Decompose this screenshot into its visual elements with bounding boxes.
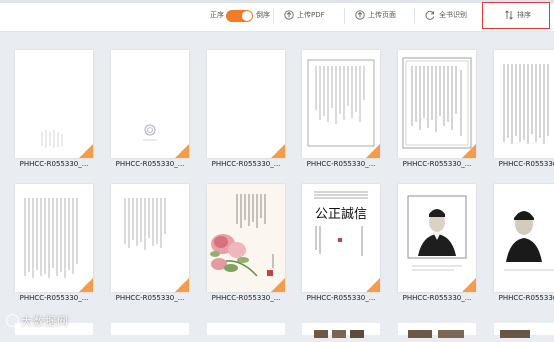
order-toggle[interactable] — [226, 10, 253, 22]
toolbar-top-border — [0, 0, 554, 3]
watermark-text: 大数据网 — [21, 315, 69, 328]
page-thumbnail-grid: PHHCC-R055330_... PHHCC-R055330_... PHHC… — [0, 32, 554, 338]
page-corner-marker — [175, 144, 189, 158]
toolbar-divider — [414, 8, 415, 24]
page-corner-marker — [79, 278, 93, 292]
toolbar: 正序 倒序 上传PDF 上传页面 全书识别 排序 — [0, 0, 554, 32]
page-thumbnail[interactable] — [207, 184, 285, 292]
page-thumbnail-partial[interactable] — [207, 323, 285, 335]
page-caption: PHHCC-R055330_... — [19, 294, 89, 302]
page-thumbnail[interactable] — [111, 184, 189, 292]
upload-pdf-button[interactable]: 上传PDF — [297, 10, 325, 20]
watermark: 大数据网 — [6, 313, 69, 329]
toggle-knob — [242, 11, 252, 21]
page-thumbnail[interactable] — [398, 50, 476, 158]
page-corner-marker — [366, 278, 380, 292]
page-corner-marker — [79, 144, 93, 158]
sort-icon[interactable] — [504, 9, 514, 21]
page-thumbnail[interactable] — [15, 184, 93, 292]
page-caption: PHHCC-R055330_... — [211, 160, 281, 168]
page-corner-marker — [366, 144, 380, 158]
toolbar-divider — [273, 8, 274, 24]
page-caption: PHHCC-R055330_... — [115, 294, 185, 302]
page-thumbnail[interactable]: 公正誠信 — [302, 184, 380, 292]
page-caption: PHHCC-R055330_... — [19, 160, 89, 168]
upload-icon[interactable] — [284, 9, 294, 21]
page-caption: PHHCC-R055330_... — [115, 160, 185, 168]
ocr-all-button[interactable]: 全书识别 — [439, 10, 467, 20]
page-corner-marker — [462, 278, 476, 292]
upload-page-button[interactable]: 上传页面 — [368, 10, 396, 20]
page-caption: PHHCC-R055330_... — [306, 294, 376, 302]
toolbar-divider — [344, 8, 345, 24]
page-thumbnail-partial[interactable] — [302, 323, 380, 338]
order-desc-label[interactable]: 倒序 — [256, 10, 270, 20]
page-corner-marker — [175, 278, 189, 292]
order-asc-label[interactable]: 正序 — [210, 10, 224, 20]
page-thumbnail-partial[interactable] — [494, 323, 554, 338]
page-caption: PHHCC-R055330_... — [306, 160, 376, 168]
calligraphy-title: 公正誠信 — [315, 207, 367, 222]
page-thumbnail[interactable] — [494, 184, 554, 292]
page-corner-marker — [462, 144, 476, 158]
page-caption: PHHCC-R055330_... — [498, 160, 554, 168]
page-corner-marker — [271, 144, 285, 158]
portrait-photo — [407, 195, 467, 271]
page-thumbnail[interactable] — [398, 184, 476, 292]
peony-painting — [207, 184, 285, 292]
sort-button[interactable]: 排序 — [517, 10, 531, 20]
page-thumbnail[interactable] — [494, 50, 554, 158]
page-thumbnail-partial[interactable] — [398, 323, 476, 338]
page-thumbnail[interactable] — [302, 50, 380, 158]
page-thumbnail-partial[interactable] — [111, 323, 189, 335]
page-caption: PHHCC-R055330_... — [402, 160, 472, 168]
portrait-photo — [504, 211, 554, 271]
watermark-logo-icon — [6, 314, 19, 327]
page-thumbnail[interactable] — [207, 50, 285, 158]
refresh-icon[interactable] — [425, 9, 435, 21]
page-caption: PHHCC-R055330_... — [402, 294, 472, 302]
sort-button-highlight[interactable] — [482, 2, 550, 29]
page-thumbnail[interactable] — [15, 50, 93, 158]
page-caption: PHHCC-R055330_... — [498, 294, 554, 302]
page-thumbnail[interactable] — [111, 50, 189, 158]
page-corner-marker — [271, 278, 285, 292]
page-caption: PHHCC-R055330_... — [211, 294, 281, 302]
upload-page-icon[interactable] — [355, 9, 365, 21]
